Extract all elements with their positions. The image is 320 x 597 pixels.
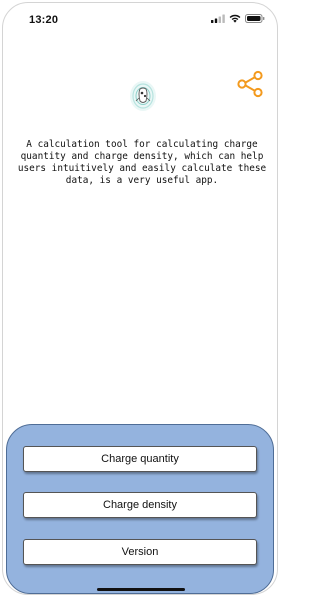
app-screen: 13:20 A calculation tool for calculating… <box>2 2 278 595</box>
app-logo-icon <box>130 81 156 111</box>
wifi-icon <box>229 14 241 23</box>
charge-quantity-button[interactable]: Charge quantity <box>23 446 257 472</box>
status-time: 13:20 <box>29 14 59 26</box>
signal-icon <box>211 14 225 23</box>
share-button[interactable] <box>233 67 267 101</box>
menu-panel: Charge quantity Charge density Version <box>6 424 274 594</box>
home-indicator[interactable] <box>97 588 185 591</box>
app-logo <box>128 79 158 113</box>
battery-icon <box>245 14 265 23</box>
share-icon <box>237 70 263 98</box>
charge-density-button[interactable]: Charge density <box>23 492 257 518</box>
version-button[interactable]: Version <box>23 539 257 565</box>
app-description: A calculation tool for calculating charg… <box>17 139 267 186</box>
status-bar: 13:20 <box>3 3 277 29</box>
status-icons <box>211 14 265 23</box>
